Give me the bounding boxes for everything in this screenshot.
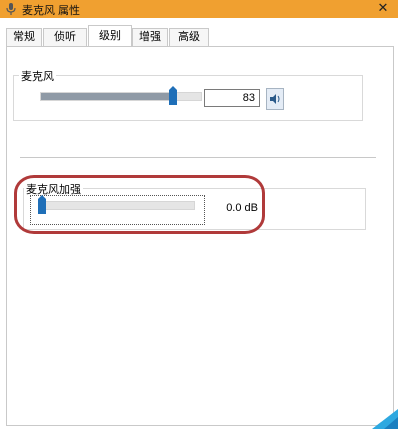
tab-advanced[interactable]: 高级 [169, 28, 209, 46]
microphone-slider-fill [41, 93, 174, 100]
microphone-slider-thumb[interactable] [168, 86, 177, 105]
tab-levels[interactable]: 级别 [88, 25, 132, 46]
microphone-icon [4, 2, 18, 16]
close-button[interactable]: ✕ [368, 0, 398, 18]
tab-general[interactable]: 常规 [6, 28, 42, 46]
close-icon: ✕ [377, 1, 389, 16]
microphone-label: 麦克风 [19, 68, 56, 84]
window-title: 麦克风 属性 [22, 5, 81, 17]
divider [20, 157, 376, 158]
tab-strip: 常规 侦听 级别 增强 高级 [6, 25, 394, 48]
highlight-annotation [14, 175, 265, 234]
tab-enhancements[interactable]: 增强 [132, 28, 168, 46]
mute-button[interactable] [266, 88, 284, 110]
microphone-level-input[interactable]: 83 [204, 89, 260, 107]
title-bar: 麦克风 属性 ✕ [0, 0, 398, 18]
speaker-icon [267, 94, 283, 112]
microphone-slider-track[interactable] [40, 92, 202, 101]
tab-listen[interactable]: 侦听 [43, 28, 87, 46]
corner-decoration [372, 409, 398, 429]
